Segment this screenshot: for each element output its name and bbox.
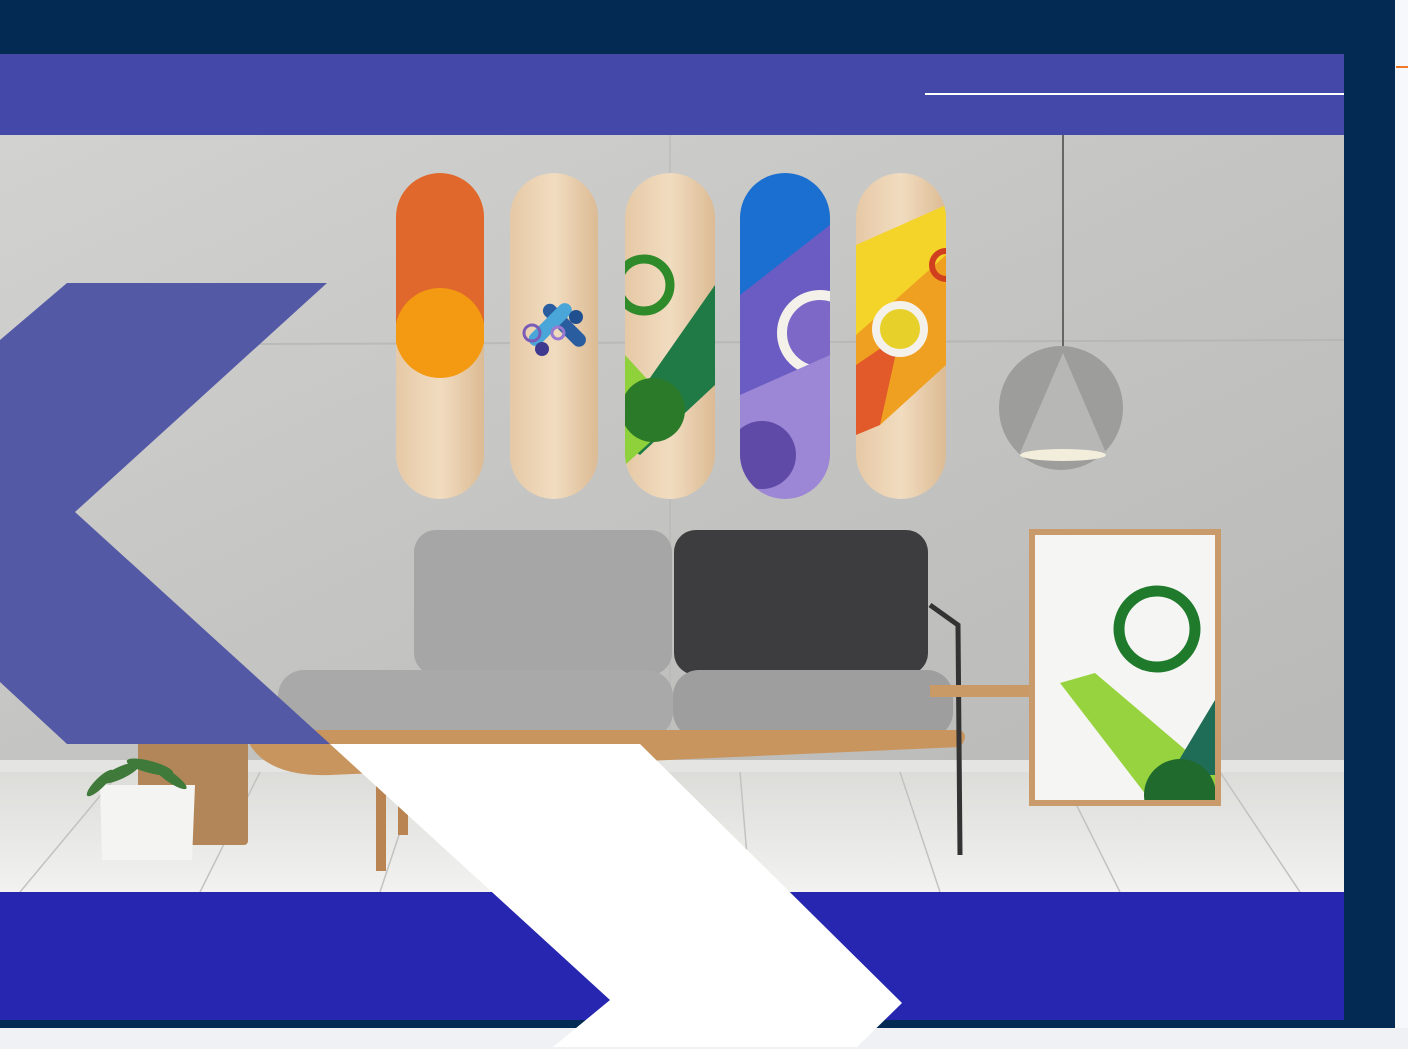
skateboard-orange bbox=[396, 173, 484, 499]
right-panel bbox=[1395, 0, 1408, 1049]
framed-poster bbox=[1029, 529, 1221, 806]
skateboard-green bbox=[625, 173, 715, 499]
skateboard-logo bbox=[510, 173, 598, 499]
skateboard-yellow bbox=[856, 173, 946, 499]
bottom-band bbox=[0, 892, 1344, 1020]
photo-scene bbox=[0, 135, 1344, 892]
orange-accent-line bbox=[1396, 66, 1408, 68]
bottom-strip bbox=[0, 1028, 1408, 1049]
living-room-photo bbox=[0, 135, 1344, 892]
header-divider-line bbox=[925, 93, 1344, 95]
